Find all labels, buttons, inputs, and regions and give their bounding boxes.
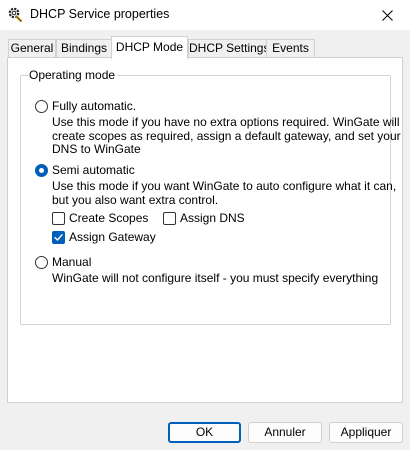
close-button[interactable]	[364, 0, 410, 30]
tab-general[interactable]: General	[8, 39, 56, 57]
tab-panel-dhcp-mode: Operating mode Fully automatic. Use this…	[7, 57, 403, 403]
radio-button[interactable]	[35, 163, 48, 177]
assign-gateway-checkbox[interactable]: Assign Gateway	[52, 230, 156, 244]
manual-radio[interactable]: Manual	[35, 255, 91, 269]
checkbox[interactable]	[163, 211, 176, 225]
tab-events[interactable]: Events	[266, 39, 315, 57]
checkmark-icon	[54, 233, 63, 241]
cancel-button[interactable]: Annuler	[248, 422, 322, 443]
group-title: Operating mode	[28, 68, 118, 82]
assign-gateway-label: Assign Gateway	[69, 230, 156, 244]
tab-dhcp-mode[interactable]: DHCP Mode	[111, 36, 188, 59]
ok-button[interactable]: OK	[168, 422, 241, 443]
close-icon	[381, 9, 393, 21]
semi-automatic-description: Use this mode if you want WinGate to aut…	[52, 179, 397, 207]
operating-mode-group: Operating mode Fully automatic. Use this…	[20, 68, 401, 325]
semi-automatic-label: Semi automatic	[52, 163, 135, 177]
manual-label: Manual	[52, 255, 92, 269]
checkbox[interactable]	[52, 230, 65, 244]
fully-automatic-description: Use this mode if you have no extra optio…	[52, 115, 401, 156]
tab-bindings[interactable]: Bindings	[56, 39, 112, 57]
apply-button[interactable]: Appliquer	[329, 422, 403, 443]
window-title: DHCP Service properties	[30, 7, 170, 21]
manual-description: WinGate will not configure itself - you …	[52, 271, 379, 285]
fully-automatic-label: Fully automatic.	[52, 99, 137, 113]
tab-dhcp-settings[interactable]: DHCP Settings	[188, 39, 269, 57]
checkbox[interactable]	[52, 211, 65, 225]
gear-service-icon	[7, 6, 23, 23]
radio-button[interactable]	[35, 99, 48, 113]
assign-dns-checkbox[interactable]: Assign DNS	[163, 211, 245, 225]
semi-automatic-radio[interactable]: Semi automatic	[35, 163, 135, 177]
title-bar: DHCP Service properties	[0, 0, 410, 30]
assign-dns-label: Assign DNS	[180, 211, 245, 225]
create-scopes-checkbox[interactable]: Create Scopes	[52, 211, 148, 225]
fully-automatic-radio[interactable]: Fully automatic.	[35, 99, 136, 113]
create-scopes-label: Create Scopes	[69, 211, 149, 225]
radio-button[interactable]	[35, 255, 48, 269]
